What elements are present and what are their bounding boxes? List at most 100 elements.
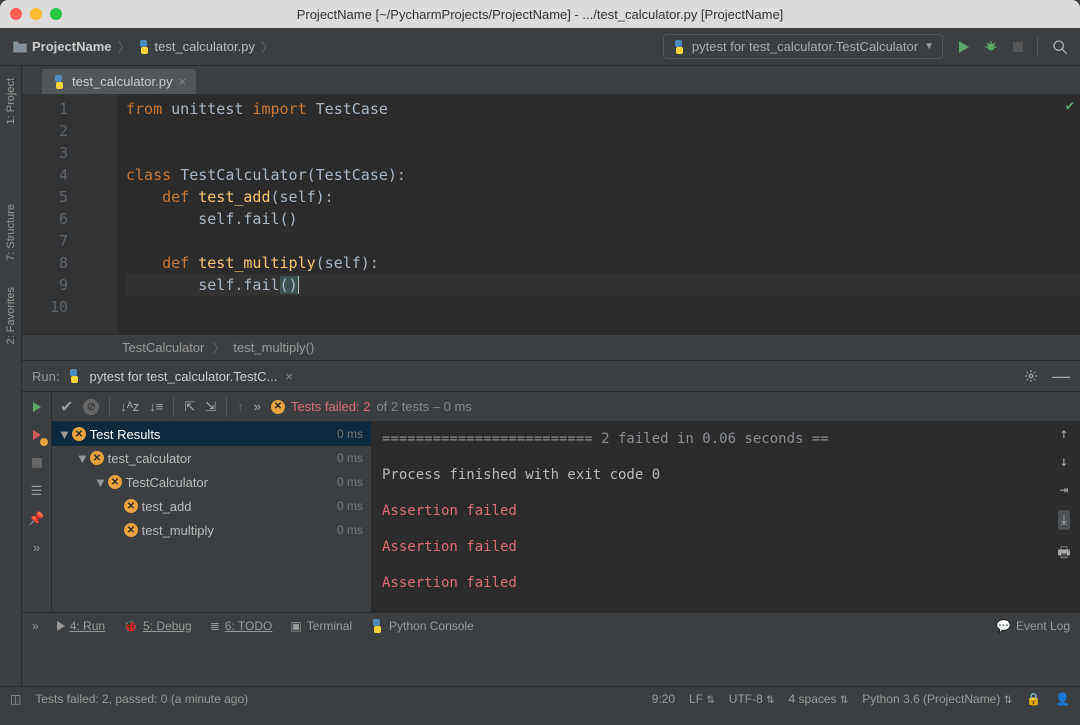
terminal-icon: ▣ <box>290 619 301 633</box>
breadcrumb-file[interactable]: test_calculator.py <box>155 39 255 54</box>
file-encoding[interactable]: UTF-8 ⇅ <box>729 692 775 706</box>
status-message: Tests failed: 2, passed: 0 (a minute ago… <box>35 692 248 706</box>
fail-badge-icon: ✕ <box>72 427 86 441</box>
tree-label: test_calculator <box>108 451 192 466</box>
sort-button[interactable]: ↓ᴬᴢ <box>120 399 139 414</box>
breadcrumb-class[interactable]: TestCalculator <box>122 340 204 355</box>
tree-label: Test Results <box>90 427 161 442</box>
window-minimize-button[interactable] <box>30 8 42 20</box>
soft-wrap-button[interactable]: ⇥ <box>1060 482 1068 498</box>
chevron-down-icon: ▼ <box>924 41 934 52</box>
search-button[interactable] <box>1052 39 1068 55</box>
run-button[interactable] <box>959 41 969 53</box>
editor-tab[interactable]: test_calculator.py × <box>42 69 196 94</box>
prev-test-button[interactable]: ↑ <box>237 399 244 414</box>
caret-position[interactable]: 9:20 <box>652 692 675 706</box>
hector-icon[interactable]: 👤 <box>1055 692 1070 706</box>
run-config-name[interactable]: pytest for test_calculator.TestC... <box>89 369 277 384</box>
show-passed-toggle[interactable]: ✔ <box>60 397 73 417</box>
pin-button[interactable]: 📌 <box>28 510 46 528</box>
lock-icon[interactable]: 🔒 <box>1026 692 1041 706</box>
line-separator[interactable]: LF ⇅ <box>689 692 715 706</box>
debug-button[interactable] <box>983 40 999 54</box>
separator <box>109 397 110 417</box>
tests-failed-count: Tests failed: 2 <box>291 399 371 414</box>
fail-badge-icon: ✕ <box>108 475 122 489</box>
window-zoom-button[interactable] <box>50 8 62 20</box>
chevron-down-icon[interactable]: ▼ <box>94 475 104 490</box>
test-results-tree[interactable]: ▼ ✕ Test Results 0 ms ▼ ✕ test_calculato… <box>52 422 372 612</box>
editor-gutter[interactable]: 1 2 3 4 5 6 7 8 9 10 <box>22 94 118 334</box>
show-ignored-toggle[interactable]: ⊘ <box>83 399 99 415</box>
tree-time: 0 ms <box>337 475 363 489</box>
status-frame-icon[interactable]: ◫ <box>10 692 21 706</box>
python-file-icon <box>52 75 66 89</box>
inspection-ok-icon[interactable]: ✔ <box>1066 98 1074 114</box>
breadcrumb-sep-icon: 〉 <box>261 37 274 56</box>
left-tool-sidebar: 1: Project 7: Structure 2: Favorites <box>0 66 22 686</box>
chevron-down-icon[interactable]: ▼ <box>58 427 68 442</box>
test-summary: ✕ Tests failed: 2 of 2 tests – 0 ms <box>271 399 472 414</box>
separator <box>1037 37 1038 57</box>
minimize-tool-button[interactable]: — <box>1052 366 1070 387</box>
scroll-down-button[interactable]: ↓ <box>1060 454 1068 470</box>
fail-badge-icon: ✕ <box>124 499 138 513</box>
tree-node[interactable]: ▼ ✕ TestCalculator 0 ms <box>52 470 371 494</box>
more-filters-button[interactable]: » <box>254 399 261 414</box>
sort-time-button[interactable]: ↓≡ <box>149 399 163 414</box>
tree-node-root[interactable]: ▼ ✕ Test Results 0 ms <box>52 422 371 446</box>
console-line: Assertion failed <box>382 570 1070 596</box>
editor-tab-label: test_calculator.py <box>72 74 172 89</box>
project-folder-icon <box>12 40 28 54</box>
more-button[interactable]: » <box>32 619 39 633</box>
python-icon <box>370 619 384 633</box>
scroll-up-button[interactable]: ↑ <box>1060 426 1068 442</box>
bottom-tab-python-console[interactable]: Python Console <box>370 619 474 633</box>
tree-node[interactable]: ✕ test_multiply 0 ms <box>52 518 371 542</box>
chevron-down-icon[interactable]: ▼ <box>76 451 86 466</box>
status-bar: ◫ Tests failed: 2, passed: 0 (a minute a… <box>0 686 1080 710</box>
more-button[interactable]: » <box>28 538 46 556</box>
list-icon: ≣ <box>210 619 220 633</box>
bottom-tool-tabs: » 4: Run 🐞5: Debug ≣6: TODO ▣Terminal Py… <box>22 612 1080 638</box>
close-run-tab-button[interactable]: × <box>285 369 293 384</box>
breadcrumb-method[interactable]: test_multiply() <box>233 340 314 355</box>
window-close-button[interactable] <box>10 8 22 20</box>
settings-icon[interactable] <box>1024 369 1038 383</box>
sidebar-tab-project[interactable]: 1: Project <box>3 72 19 130</box>
expand-all-button[interactable]: ⇱ <box>184 399 195 415</box>
chat-icon: 💬 <box>996 619 1011 633</box>
bottom-tab-terminal[interactable]: ▣Terminal <box>290 619 352 633</box>
bottom-tab-event-log[interactable]: 💬Event Log <box>996 619 1070 633</box>
code-editor[interactable]: 1 2 3 4 5 6 7 8 9 10 ✔ from unittest imp… <box>22 94 1080 334</box>
sidebar-tab-structure[interactable]: 7: Structure <box>3 198 19 267</box>
layout-button[interactable]: ☰ <box>28 482 46 500</box>
sidebar-tab-favorites[interactable]: 2: Favorites <box>3 281 19 350</box>
bottom-tab-todo[interactable]: ≣6: TODO <box>210 619 273 633</box>
print-button[interactable]: 🖶 <box>1057 542 1070 566</box>
collapse-all-button[interactable]: ⇲ <box>205 399 216 415</box>
separator <box>173 397 174 417</box>
tree-node[interactable]: ✕ test_add 0 ms <box>52 494 371 518</box>
rerun-button[interactable] <box>28 398 46 416</box>
line-number: 9 <box>22 274 72 296</box>
rerun-failed-button[interactable] <box>28 426 46 444</box>
scroll-to-end-button[interactable]: ⤓ <box>1058 510 1070 530</box>
indent-setting[interactable]: 4 spaces ⇅ <box>789 692 849 706</box>
bottom-tab-debug[interactable]: 🐞5: Debug <box>123 619 192 633</box>
test-console-output[interactable]: ↑ ↓ ⇥ ⤓ 🖶 ========================= 2 fa… <box>372 422 1080 612</box>
console-line: ========================= 2 failed in 0.… <box>382 426 1070 452</box>
tree-time: 0 ms <box>337 523 363 537</box>
run-configuration-selector[interactable]: pytest for test_calculator.TestCalculato… <box>663 34 943 59</box>
python-interpreter[interactable]: Python 3.6 (ProjectName) ⇅ <box>862 692 1012 706</box>
breadcrumb-root[interactable]: ProjectName <box>32 39 111 54</box>
bottom-tab-run[interactable]: 4: Run <box>57 619 105 633</box>
bug-icon: 🐞 <box>123 619 138 633</box>
tree-node[interactable]: ▼ ✕ test_calculator 0 ms <box>52 446 371 470</box>
pytest-icon <box>672 40 686 54</box>
tree-time: 0 ms <box>337 499 363 513</box>
stop-button[interactable] <box>1013 42 1023 52</box>
fail-badge-icon: ✕ <box>90 451 104 465</box>
stop-button[interactable] <box>28 454 46 472</box>
close-tab-button[interactable]: × <box>178 74 186 89</box>
